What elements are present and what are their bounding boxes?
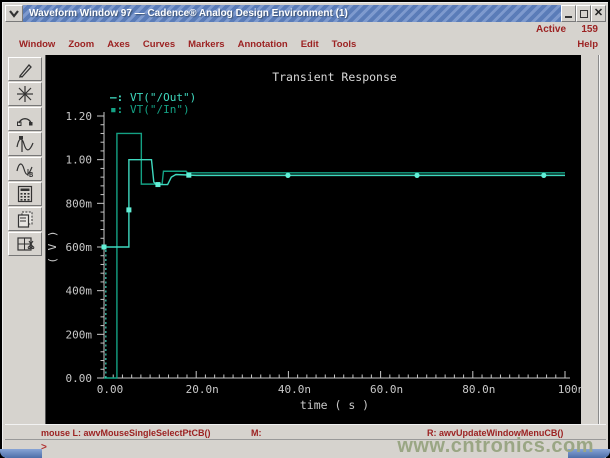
menu-item-tools[interactable]: Tools xyxy=(332,39,357,50)
legend-label[interactable]: VT("/In") xyxy=(130,103,190,116)
y-tick-label: 0.00 xyxy=(66,372,93,385)
data-point-marker[interactable] xyxy=(414,172,420,178)
y-tick-label: 400m xyxy=(66,285,93,298)
x-tick-label: 60.0n xyxy=(370,383,403,396)
data-point-marker[interactable] xyxy=(126,207,132,213)
window-body: Waveform Window 97 — Cadence® Analog Des… xyxy=(2,2,608,458)
x-axis-label: time ( s ) xyxy=(300,398,369,412)
maximize-button[interactable] xyxy=(576,5,591,22)
svg-text:B: B xyxy=(29,171,33,179)
copy-window-button[interactable] xyxy=(8,207,42,231)
trace-in[interactable] xyxy=(104,132,565,379)
plot-area[interactable]: Transient Response 0.00 200m 400m 600m 800m 1.… xyxy=(45,55,588,424)
close-icon: ✕ xyxy=(593,7,604,19)
calculator-icon xyxy=(17,185,33,203)
split-window-cut-icon xyxy=(17,237,35,251)
legend-glyph: ▪: xyxy=(110,103,123,116)
pen-button[interactable] xyxy=(8,57,42,81)
titlebar[interactable]: Waveform Window 97 — Cadence® Analog Des… xyxy=(5,5,606,22)
toolbar: B xyxy=(5,57,45,256)
frame-groove xyxy=(598,55,600,424)
calculator-button[interactable] xyxy=(8,182,42,206)
close-button[interactable]: ✕ xyxy=(591,5,606,22)
chart-title: Transient Response xyxy=(272,70,397,84)
content-area: B Transient Response 0.00 200m 400m 600m 800m… xyxy=(5,55,606,424)
data-point-marker[interactable] xyxy=(101,244,107,250)
copy-window-icon xyxy=(17,211,33,228)
right-frame-strip xyxy=(581,55,606,424)
status-mouse-left-binding: mouse L: awvMouseSingleSelectPtCB() xyxy=(41,428,211,438)
y-tick-label: 600m xyxy=(66,241,93,254)
x-tick-label: 0.00 xyxy=(97,383,124,396)
watermark-text: www.cntronics.com xyxy=(397,435,594,457)
minimize-button[interactable] xyxy=(561,5,576,22)
waveform-window: Waveform Window 97 — Cadence® Analog Des… xyxy=(0,0,610,458)
menu-item-help[interactable]: Help xyxy=(577,39,598,50)
y-tick-label: 1.00 xyxy=(66,154,93,167)
probe-arc-button[interactable] xyxy=(8,107,42,131)
menu-item-markers[interactable]: Markers xyxy=(188,39,224,50)
data-point-marker[interactable] xyxy=(541,172,547,178)
y-axis-label: ( V ) xyxy=(46,230,59,263)
plot-svg[interactable]: Transient Response 0.00 200m 400m 600m 800m 1.… xyxy=(46,55,589,424)
menu-item-curves[interactable]: Curves xyxy=(143,39,175,50)
menu-item-annotation[interactable]: Annotation xyxy=(238,39,288,50)
probe-arc-icon xyxy=(17,118,33,126)
chevron-down-icon xyxy=(9,9,19,18)
active-count: 159 xyxy=(581,24,598,35)
window-title[interactable]: Waveform Window 97 — Cadence® Analog Des… xyxy=(23,5,561,22)
zoom-star-icon xyxy=(17,86,33,102)
zoom-star-button[interactable] xyxy=(8,82,42,106)
y-tick-label: 800m xyxy=(66,197,93,210)
menu-items: Window Zoom Axes Curves Markers Annotation Edi… xyxy=(19,39,356,50)
pen-icon xyxy=(18,64,32,78)
status-mouse-middle-binding: M: xyxy=(251,428,262,438)
y-tick-label: 200m xyxy=(66,328,93,341)
menu-item-axes[interactable]: Axes xyxy=(107,39,130,50)
active-row: Active 159 xyxy=(5,22,606,36)
data-point-marker[interactable] xyxy=(155,182,161,188)
minimize-icon xyxy=(565,15,572,18)
resize-corner-left[interactable] xyxy=(0,449,42,458)
x-tick-label: 40.0n xyxy=(278,383,311,396)
waveform-marker-b-icon: B xyxy=(16,163,33,179)
waveform-marker-a-icon xyxy=(16,136,34,152)
window-menu-button[interactable] xyxy=(5,5,23,22)
x-tick-label: 80.0n xyxy=(462,383,495,396)
y-tick-label: 1.20 xyxy=(66,110,93,123)
data-point-marker[interactable] xyxy=(186,172,192,178)
menu-item-window[interactable]: Window xyxy=(19,39,55,50)
x-tick-label: 20.0n xyxy=(186,383,219,396)
maximize-icon xyxy=(579,9,588,18)
active-status-label: Active xyxy=(535,24,566,35)
split-window-cut-button[interactable] xyxy=(8,232,42,256)
menubar: Window Zoom Axes Curves Markers Annotation Edi… xyxy=(5,36,606,55)
waveform-marker-b-button[interactable]: B xyxy=(8,157,42,181)
menu-item-edit[interactable]: Edit xyxy=(301,39,319,50)
waveform-marker-a-button[interactable] xyxy=(8,132,42,156)
menu-item-zoom[interactable]: Zoom xyxy=(68,39,94,50)
data-point-marker[interactable] xyxy=(285,172,291,178)
